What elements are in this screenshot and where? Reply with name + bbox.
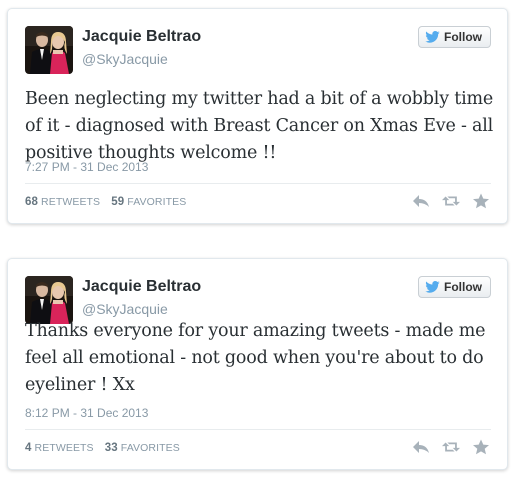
twitter-bird-icon bbox=[425, 281, 440, 293]
follow-button[interactable]: Follow bbox=[418, 26, 491, 48]
author-name[interactable]: Jacquie Beltrao bbox=[82, 28, 201, 46]
tweet-card: Jacquie Beltrao @SkyJacquie Follow Been … bbox=[7, 8, 508, 224]
follow-button[interactable]: Follow bbox=[418, 276, 491, 298]
tweet-actions bbox=[412, 193, 490, 209]
tweet-card: Jacquie Beltrao @SkyJacquie Follow Thank… bbox=[7, 258, 508, 470]
divider bbox=[25, 429, 491, 430]
reply-icon[interactable] bbox=[412, 439, 430, 455]
avatar[interactable] bbox=[25, 26, 73, 74]
retweet-icon[interactable] bbox=[442, 439, 460, 455]
tweet-stats: 68 RETWEETS 59 FAVORITES bbox=[25, 196, 186, 208]
tweet-timestamp[interactable]: 8:12 PM - 31 Dec 2013 bbox=[25, 406, 148, 420]
retweets-count[interactable]: 68 bbox=[25, 196, 38, 208]
favorites-label[interactable]: FAVORITES bbox=[127, 196, 186, 208]
follow-label: Follow bbox=[444, 30, 482, 44]
retweets-label[interactable]: RETWEETS bbox=[41, 196, 100, 208]
tweet-text: Been neglecting my twitter had a bit of … bbox=[25, 89, 494, 163]
favorite-icon[interactable] bbox=[472, 193, 490, 209]
retweet-icon[interactable] bbox=[442, 193, 460, 209]
tweet-timestamp[interactable]: 7:27 PM - 31 Dec 2013 bbox=[25, 160, 148, 174]
favorite-icon[interactable] bbox=[472, 439, 490, 455]
avatar[interactable] bbox=[25, 276, 73, 324]
tweet-actions bbox=[412, 439, 490, 455]
author-handle[interactable]: @SkyJacquie bbox=[82, 51, 168, 67]
divider bbox=[25, 183, 491, 184]
favorites-count[interactable]: 59 bbox=[111, 196, 124, 208]
author-name[interactable]: Jacquie Beltrao bbox=[82, 278, 201, 296]
tweet-text: Thanks everyone for your amazing tweets … bbox=[25, 321, 486, 395]
follow-label: Follow bbox=[444, 280, 482, 294]
twitter-bird-icon bbox=[425, 31, 440, 43]
tweet-stats: 4 RETWEETS 33 FAVORITES bbox=[25, 442, 180, 454]
retweets-label[interactable]: RETWEETS bbox=[35, 442, 94, 454]
favorites-label[interactable]: FAVORITES bbox=[121, 442, 180, 454]
author-handle[interactable]: @SkyJacquie bbox=[82, 301, 168, 317]
favorites-count[interactable]: 33 bbox=[105, 442, 118, 454]
reply-icon[interactable] bbox=[412, 193, 430, 209]
retweets-count[interactable]: 4 bbox=[25, 442, 32, 454]
